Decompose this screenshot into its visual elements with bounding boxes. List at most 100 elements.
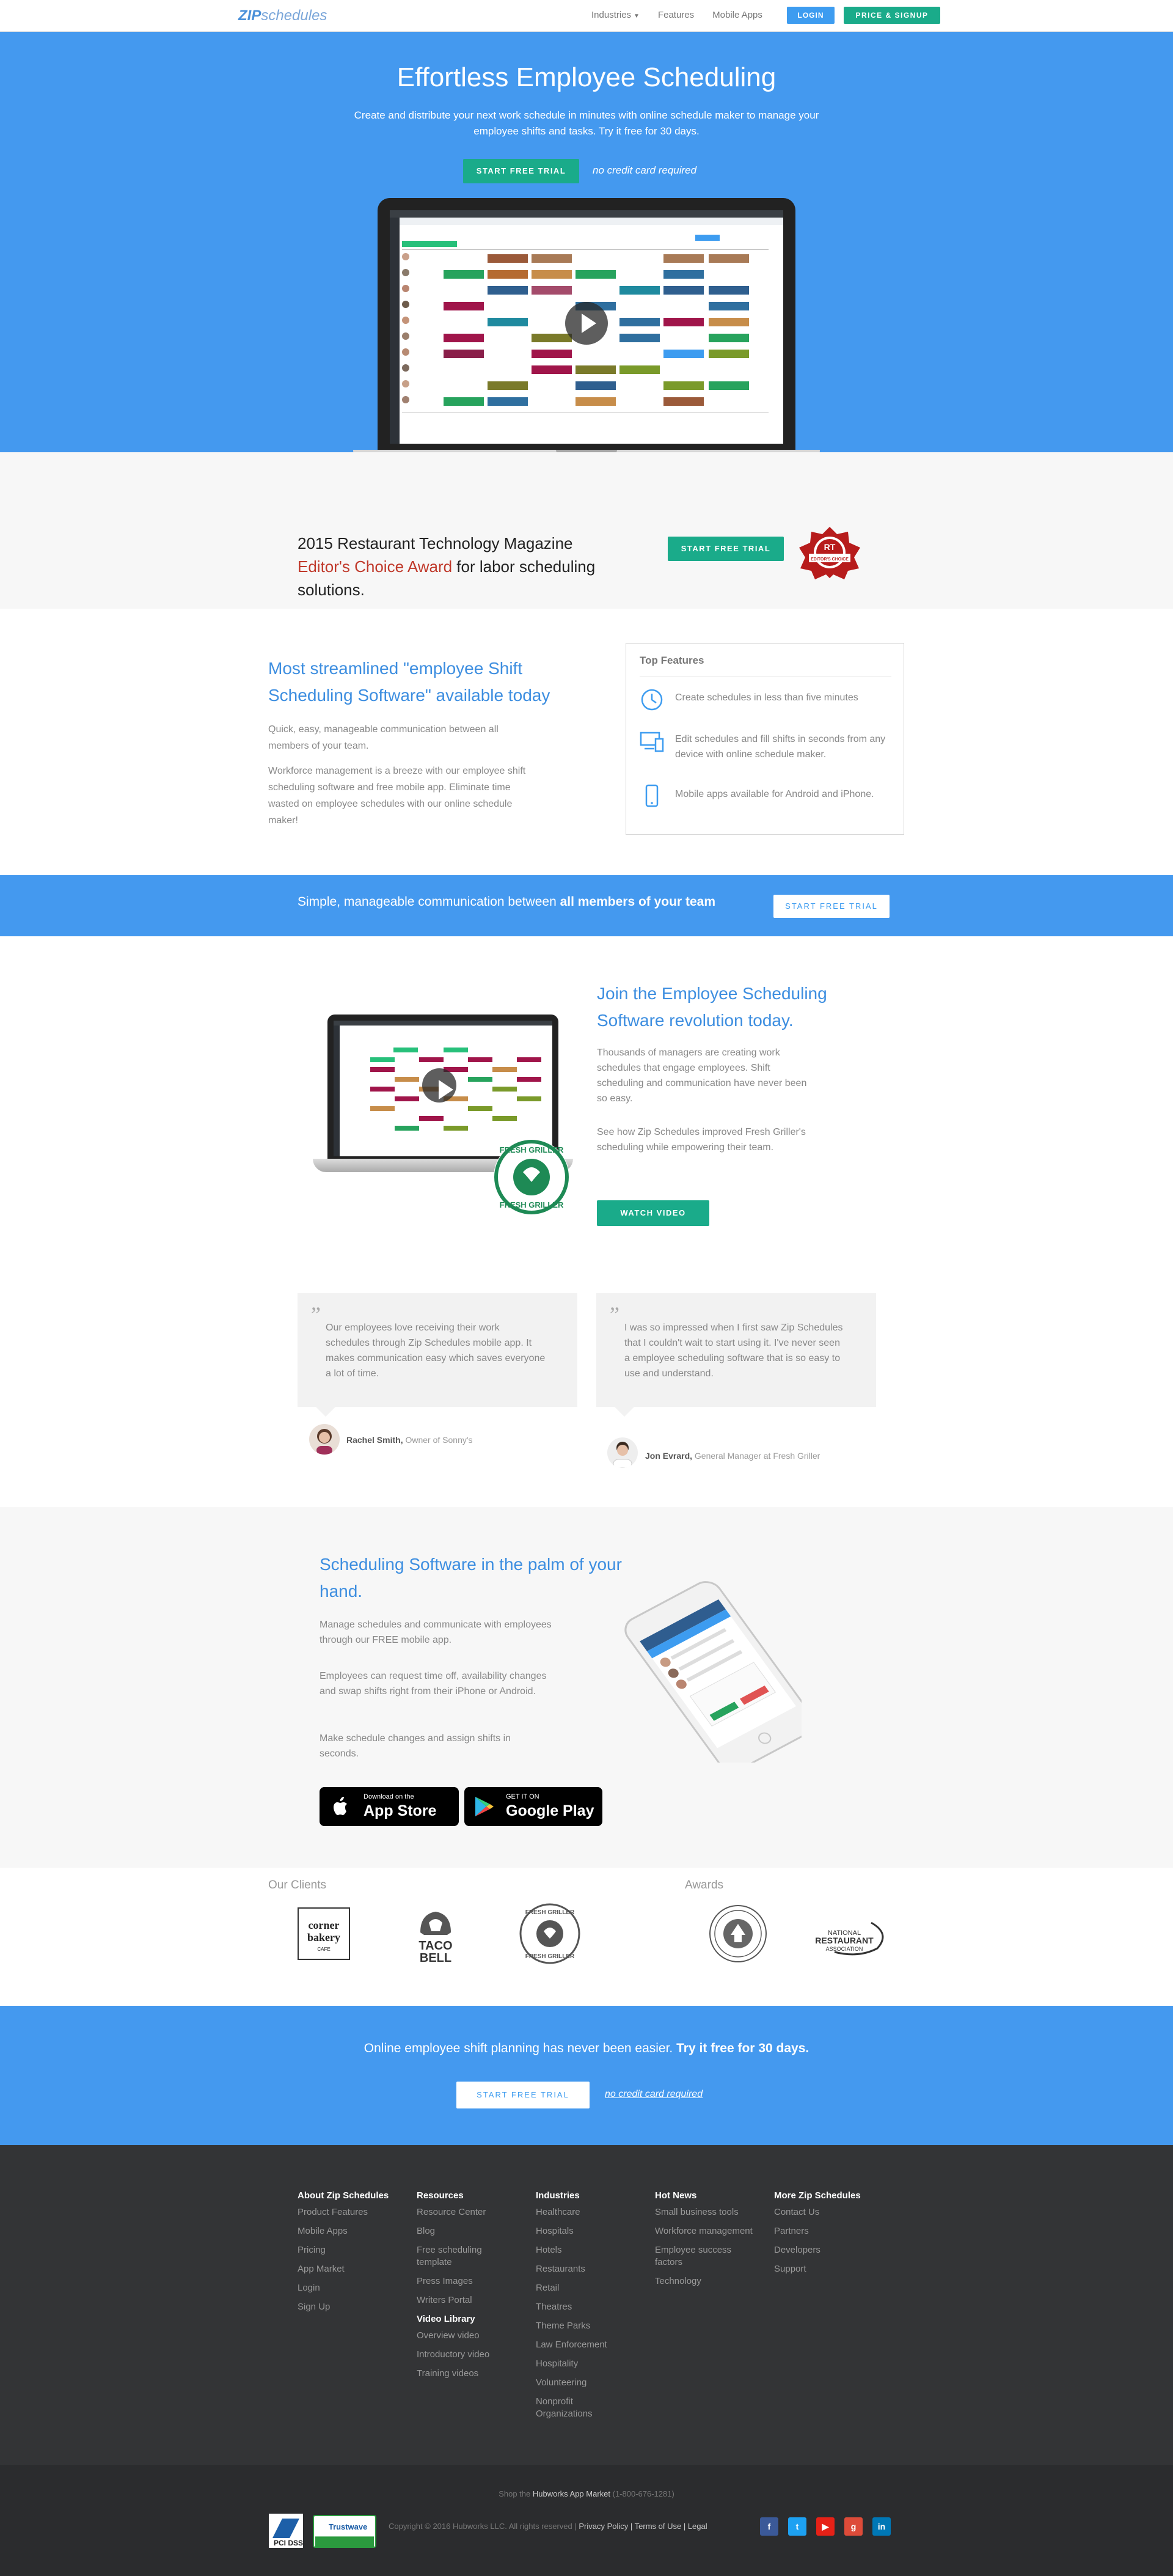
footer-link[interactable]: Login [298, 2282, 414, 2294]
footer-link[interactable]: Small business tools [655, 2206, 759, 2218]
footer-link[interactable]: Writers Portal [417, 2294, 502, 2306]
nav-industries[interactable]: Industries ▼ [591, 10, 640, 20]
nav-features[interactable]: Features [658, 10, 694, 20]
play-video-icon[interactable] [565, 302, 608, 345]
awards-heading: Awards [685, 1879, 724, 1892]
communication-strip: Simple, manageable communication between… [0, 875, 1173, 936]
footer-link[interactable]: Contact Us [774, 2206, 890, 2218]
footer-link[interactable]: Healthcare [536, 2206, 627, 2218]
google-play-button[interactable]: GET IT ON Google Play [464, 1787, 602, 1826]
join-title: Join the Employee Scheduling Software re… [597, 984, 827, 1030]
svg-text:BELL: BELL [420, 1951, 451, 1965]
footer-heading: About Zip Schedules [298, 2190, 389, 2201]
svg-text:Trustwave: Trustwave [329, 2522, 367, 2531]
watch-video-button[interactable]: WATCH VIDEO [597, 1200, 709, 1226]
legal-links[interactable]: Privacy Policy | Terms of Use | Legal [579, 2522, 707, 2531]
footer-link[interactable]: Press Images [417, 2275, 502, 2288]
award-highlight: Editor's Choice Award [298, 557, 453, 576]
strip-text-bold: all members of your team [560, 895, 715, 909]
apple-icon [334, 1797, 347, 1815]
svg-text:FRESH GRILLER: FRESH GRILLER [525, 1909, 575, 1916]
feature-text: Create schedules in less than five minut… [675, 692, 858, 703]
footer-link[interactable]: App Market [298, 2263, 414, 2275]
copyright: Copyright © 2016 Hubworks LLC. All right… [389, 2522, 707, 2531]
footer-link[interactable]: Hospitality [536, 2358, 627, 2370]
footer-link[interactable]: Hotels [536, 2244, 627, 2256]
nav-industries-label: Industries [591, 10, 632, 20]
hubworks-app-market-link[interactable]: Hubworks App Market [533, 2489, 610, 2498]
footer-link[interactable]: Sign Up [298, 2301, 414, 2313]
shop-line: Shop the Hubworks App Market (1-800-676-… [0, 2489, 1173, 2498]
footer-link[interactable]: Resource Center [417, 2206, 502, 2218]
app-store-small: Download on the [364, 1793, 414, 1800]
footer-heading: Industries [536, 2190, 580, 2201]
footer-link[interactable]: Partners [774, 2225, 890, 2237]
svg-text:PCI DSS: PCI DSS [274, 2539, 303, 2547]
footer-link[interactable]: Developers [774, 2244, 890, 2256]
youtube-icon[interactable]: ▶ [816, 2517, 835, 2536]
footer-link[interactable]: Support [774, 2263, 890, 2275]
footer-link[interactable]: Restaurants [536, 2263, 627, 2275]
feature-text: Mobile apps available for Android and iP… [675, 789, 874, 799]
hero-title: Effortless Employee Scheduling [396, 62, 777, 92]
cta-text: Online employee shift planning has never… [0, 2041, 1173, 2056]
griller-play-video-icon[interactable] [422, 1068, 456, 1103]
footer-heading: Resources [417, 2190, 464, 2201]
hero-start-trial-button[interactable]: START FREE TRIAL [463, 159, 579, 183]
footer-link[interactable]: Training videos [417, 2368, 502, 2380]
laptop-screenshot [378, 198, 795, 450]
login-button[interactable]: LOGIN [787, 7, 835, 24]
google-plus-icon[interactable]: g [844, 2517, 863, 2536]
footer-link[interactable]: Technology [655, 2275, 759, 2288]
griller-laptop-screenshot [327, 1015, 558, 1159]
trustwave-badge-icon: Trustwave [313, 2515, 376, 2548]
footer-link[interactable]: Workforce management [655, 2225, 759, 2237]
author-role: General Manager at Fresh Griller [692, 1451, 820, 1461]
footer-link[interactable]: Retail [536, 2282, 627, 2294]
footer-link[interactable]: Volunteering [536, 2377, 627, 2389]
iphone-app-image [624, 1581, 802, 1763]
price-signup-button[interactable]: PRICE & SIGNUP [844, 7, 940, 24]
svg-text:RESTAURANT: RESTAURANT [815, 1936, 874, 1945]
footer-link[interactable]: Hospitals [536, 2225, 627, 2237]
card-tail [615, 1407, 634, 1417]
footer-link[interactable]: Blog [417, 2225, 502, 2237]
footer-link[interactable]: Law Enforcement [536, 2339, 627, 2351]
footer-link[interactable]: Nonprofit Organizations [536, 2396, 627, 2420]
author-name: Rachel Smith, [346, 1435, 403, 1445]
award-start-trial-button[interactable]: START FREE TRIAL [668, 537, 784, 561]
nav-links: Industries ▼ Features Mobile Apps [591, 10, 762, 20]
cta-start-trial-button[interactable]: START FREE TRIAL [456, 2082, 590, 2108]
footer-link[interactable]: Overview video [417, 2330, 502, 2342]
corner-bakery-logo-icon: corner bakery CAFE [298, 1907, 350, 1960]
logo[interactable]: ZIPschedules [238, 7, 327, 24]
google-play-big: Google Play [506, 1802, 594, 1819]
footer-link[interactable]: Employee success factors [655, 2244, 759, 2269]
clock-icon [641, 689, 663, 711]
mobile-paragraph-2: Employees can request time off, availabi… [320, 1671, 547, 1697]
footer-link[interactable]: Free scheduling template [417, 2244, 502, 2269]
facebook-icon[interactable]: f [760, 2517, 778, 2536]
svg-text:FRESH GRILLER: FRESH GRILLER [525, 1953, 575, 1960]
features-title: Most streamlined "employee Shift Schedul… [268, 659, 550, 705]
linkedin-icon[interactable]: in [872, 2517, 891, 2536]
footer-link[interactable]: Mobile Apps [298, 2225, 414, 2237]
cta-no-cc-link[interactable]: no credit card required [605, 2089, 703, 2100]
svg-text:RT: RT [824, 542, 836, 552]
footer-column-industries: Industries Healthcare Hospitals Hotels R… [536, 2190, 627, 2427]
footer-link[interactable]: Theme Parks [536, 2320, 627, 2332]
nav-mobile-apps[interactable]: Mobile Apps [712, 10, 762, 20]
app-store-button[interactable]: Download on the App Store [320, 1787, 459, 1826]
twitter-icon[interactable]: t [788, 2517, 806, 2536]
footer-link[interactable]: Product Features [298, 2206, 414, 2218]
footer-link[interactable]: Pricing [298, 2244, 414, 2256]
footer-link[interactable]: Introductory video [417, 2349, 502, 2361]
strip-text: Simple, manageable communication between… [298, 895, 715, 909]
testimonial-quote: I was so impressed when I first saw Zip … [624, 1323, 843, 1379]
bottom-cta: Online employee shift planning has never… [0, 2006, 1173, 2145]
svg-text:ASSOCIATION: ASSOCIATION [826, 1946, 863, 1952]
footer-link[interactable]: Theatres [536, 2301, 627, 2313]
mobile-section: Scheduling Software in the palm of your … [0, 1507, 1173, 1868]
strip-start-trial-button[interactable]: START FREE TRIAL [773, 895, 890, 918]
features-paragraph-1: Quick, easy, manageable communication be… [268, 724, 499, 751]
